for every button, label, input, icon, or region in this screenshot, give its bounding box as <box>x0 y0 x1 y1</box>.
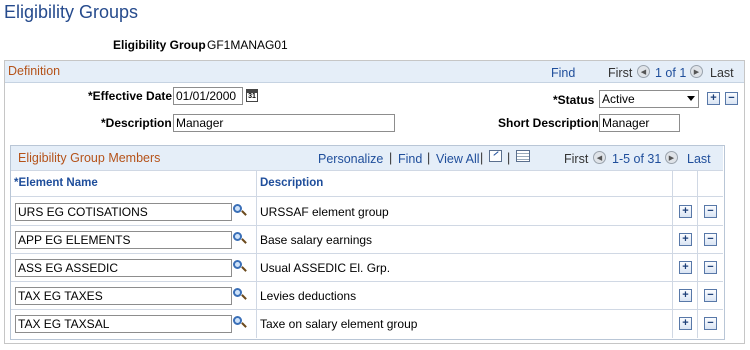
members-first-label: First <box>564 152 589 166</box>
separator-3: | <box>480 151 484 165</box>
delete-row-button[interactable]: − <box>704 317 717 330</box>
element-description: Levies deductions <box>260 289 357 303</box>
status-select[interactable]: Active <box>599 90 699 108</box>
definition-row-count: 1 of 1 <box>655 66 687 80</box>
element-name-field[interactable]: APP EG ELEMENTS <box>15 231 232 249</box>
description-label: *Description <box>101 116 172 130</box>
separator-4: | <box>507 151 511 165</box>
table-row: TAX EG TAXES Levies deductions + − <box>11 281 723 309</box>
definition-first-label: First <box>608 66 633 80</box>
members-last-link[interactable]: Last <box>687 152 711 166</box>
download-grid-icon[interactable] <box>516 150 530 162</box>
definition-add-button[interactable]: + <box>707 92 720 105</box>
members-prev-icon[interactable]: ◀ <box>593 151 606 164</box>
members-rows: URS EG COTISATIONS URSSAF element group … <box>11 197 723 337</box>
zoom-icon[interactable] <box>489 150 502 162</box>
personalize-link[interactable]: Personalize <box>318 152 383 166</box>
short-description-label: Short Description <box>498 116 599 130</box>
table-row: TAX EG TAXSAL Taxe on salary element gro… <box>11 309 723 337</box>
definition-prev-icon[interactable]: ◀ <box>637 65 650 78</box>
status-value: Active <box>602 92 635 106</box>
add-row-button[interactable]: + <box>679 205 692 218</box>
element-description: Usual ASSEDIC El. Grp. <box>260 261 391 275</box>
definition-remove-button[interactable]: − <box>725 92 738 105</box>
element-name-field[interactable]: TAX EG TAXSAL <box>15 315 232 333</box>
add-row-button[interactable]: + <box>679 261 692 274</box>
effective-date-field[interactable]: 01/01/2000 <box>173 87 243 105</box>
delete-row-button[interactable]: − <box>704 205 717 218</box>
view-all-link[interactable]: View All <box>436 152 480 166</box>
add-row-button[interactable]: + <box>679 289 692 302</box>
element-description: Base salary earnings <box>260 233 373 247</box>
members-row-count: 1-5 of 31 <box>612 152 662 166</box>
description-field[interactable]: Manager <box>173 114 395 132</box>
calendar-icon[interactable]: 31 <box>246 89 258 102</box>
eligibility-group-value: GF1MANAG01 <box>207 38 288 52</box>
element-name-field[interactable]: TAX EG TAXES <box>15 287 232 305</box>
add-row-button[interactable]: + <box>679 317 692 330</box>
delete-row-button[interactable]: − <box>704 233 717 246</box>
members-find-link[interactable]: Find <box>398 152 422 166</box>
chevron-down-icon <box>687 96 695 101</box>
short-description-field[interactable]: Manager <box>599 114 680 132</box>
grid-header-divider <box>11 170 723 171</box>
separator-2: | <box>427 151 431 165</box>
table-row: URS EG COTISATIONS URSSAF element group … <box>11 197 723 225</box>
search-icon[interactable] <box>233 316 247 328</box>
members-section-title: Eligibility Group Members <box>18 151 161 165</box>
search-icon[interactable] <box>233 288 247 300</box>
search-icon[interactable] <box>233 260 247 272</box>
effective-date-label: *Effective Date <box>88 89 173 103</box>
column-header-description[interactable]: Description <box>260 177 323 189</box>
table-row: APP EG ELEMENTS Base salary earnings + − <box>11 225 723 253</box>
definition-next-icon[interactable]: ▶ <box>690 65 703 78</box>
separator-1: | <box>389 151 393 165</box>
eligibility-group-label: Eligibility Group <box>113 38 206 52</box>
element-description: Taxe on salary element group <box>260 317 418 331</box>
element-name-field[interactable]: ASS EG ASSEDIC <box>15 259 232 277</box>
element-name-field[interactable]: URS EG COTISATIONS <box>15 203 232 221</box>
add-row-button[interactable]: + <box>679 233 692 246</box>
definition-header-bar <box>5 61 744 83</box>
definition-find-link[interactable]: Find <box>551 66 575 80</box>
table-row: ASS EG ASSEDIC Usual ASSEDIC El. Grp. + … <box>11 253 723 281</box>
column-header-element-name[interactable]: *Element Name <box>14 177 98 189</box>
status-label: *Status <box>553 93 595 107</box>
element-description: URSSAF element group <box>260 205 389 219</box>
delete-row-button[interactable]: − <box>704 261 717 274</box>
search-icon[interactable] <box>233 232 247 244</box>
delete-row-button[interactable]: − <box>704 289 717 302</box>
page-title: Eligibility Groups <box>4 2 139 22</box>
definition-section-title: Definition <box>8 64 61 78</box>
members-next-icon[interactable]: ▶ <box>665 151 678 164</box>
search-icon[interactable] <box>233 204 247 216</box>
definition-last-label: Last <box>710 66 734 80</box>
